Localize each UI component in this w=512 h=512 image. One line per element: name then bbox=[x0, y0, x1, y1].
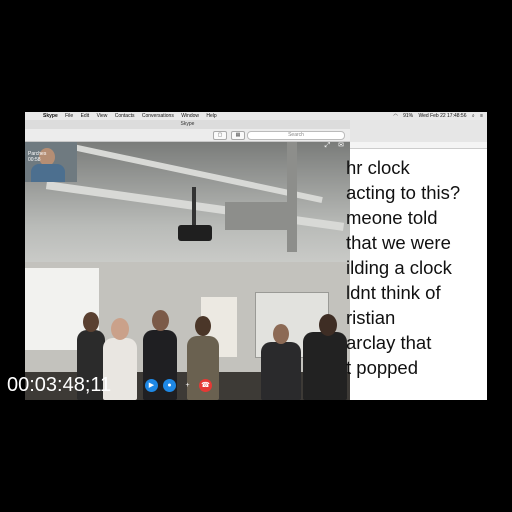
menu-view[interactable]: View bbox=[97, 113, 108, 119]
menu-contacts[interactable]: Contacts bbox=[115, 113, 135, 119]
document-ruler bbox=[350, 142, 487, 149]
menu-help[interactable]: Help bbox=[206, 113, 216, 119]
recording-timecode: 00:03:48;11 bbox=[7, 374, 112, 396]
menu-file[interactable]: File bbox=[65, 113, 73, 119]
fullscreen-icon[interactable]: ⤢ bbox=[325, 142, 331, 149]
microphone-icon[interactable]: ● bbox=[163, 379, 176, 392]
document-line: hr clock bbox=[346, 157, 410, 178]
wifi-icon[interactable]: ◠ bbox=[393, 113, 397, 119]
person bbox=[303, 332, 347, 400]
dialpad-icon[interactable]: ▦ bbox=[231, 131, 245, 140]
mac-menu-bar: Skype File Edit View Contacts Conversati… bbox=[25, 112, 487, 120]
document-line: that we were bbox=[346, 232, 451, 253]
document-line: meone told bbox=[346, 207, 438, 228]
self-view-body bbox=[31, 164, 65, 182]
battery-label[interactable]: 91% bbox=[403, 113, 413, 119]
menu-window[interactable]: Window bbox=[181, 113, 199, 119]
menu-list-icon[interactable]: ≡ bbox=[480, 113, 483, 119]
menu-app-name[interactable]: Skype bbox=[43, 113, 58, 119]
add-participant-icon[interactable]: + bbox=[181, 379, 194, 392]
document-window: hr clock acting to this? meone told that… bbox=[346, 120, 487, 400]
document-line: ristian bbox=[346, 307, 396, 328]
projector-pole bbox=[192, 187, 196, 227]
video-overlay-icons: ⤢ ✉ bbox=[319, 142, 344, 150]
menu-edit[interactable]: Edit bbox=[81, 113, 90, 119]
screen-recording: Skype File Edit View Contacts Conversati… bbox=[25, 112, 487, 400]
menu-clock[interactable]: Wed Feb 22 17:48:56 bbox=[418, 113, 466, 119]
document-line: ldnt think of bbox=[346, 282, 441, 303]
skype-toolbar: ▢ ▦ Search bbox=[25, 129, 350, 142]
chat-icon[interactable]: ✉ bbox=[338, 142, 344, 149]
skype-window: Skype ▢ ▦ Search ⤢ ✉ Parches 00:58 bbox=[25, 120, 350, 400]
menu-status-area: ◠ 91% Wed Feb 22 17:48:56 ⌕ ≡ bbox=[389, 112, 483, 120]
search-input[interactable]: Search bbox=[247, 131, 345, 140]
end-call-icon[interactable]: ☎ bbox=[199, 379, 212, 392]
document-line: acting to this? bbox=[346, 182, 461, 203]
document-body[interactable]: hr clock acting to this? meone told that… bbox=[346, 155, 460, 380]
call-duration: 00:58 bbox=[28, 157, 41, 163]
menu-list: Skype File Edit View Contacts Conversati… bbox=[43, 112, 223, 120]
document-toolbar bbox=[350, 120, 487, 143]
projector bbox=[178, 225, 212, 241]
skype-window-title: Skype bbox=[25, 120, 350, 129]
person bbox=[261, 342, 301, 400]
document-line: ilding a clock bbox=[346, 257, 452, 278]
document-line: t popped bbox=[346, 357, 419, 378]
compose-icon[interactable]: ▢ bbox=[213, 131, 227, 140]
search-icon[interactable]: ⌕ bbox=[472, 113, 475, 119]
document-line: arclay that bbox=[346, 332, 432, 353]
menu-conversations[interactable]: Conversations bbox=[142, 113, 174, 119]
video-toggle-icon[interactable]: ▶ bbox=[145, 379, 158, 392]
